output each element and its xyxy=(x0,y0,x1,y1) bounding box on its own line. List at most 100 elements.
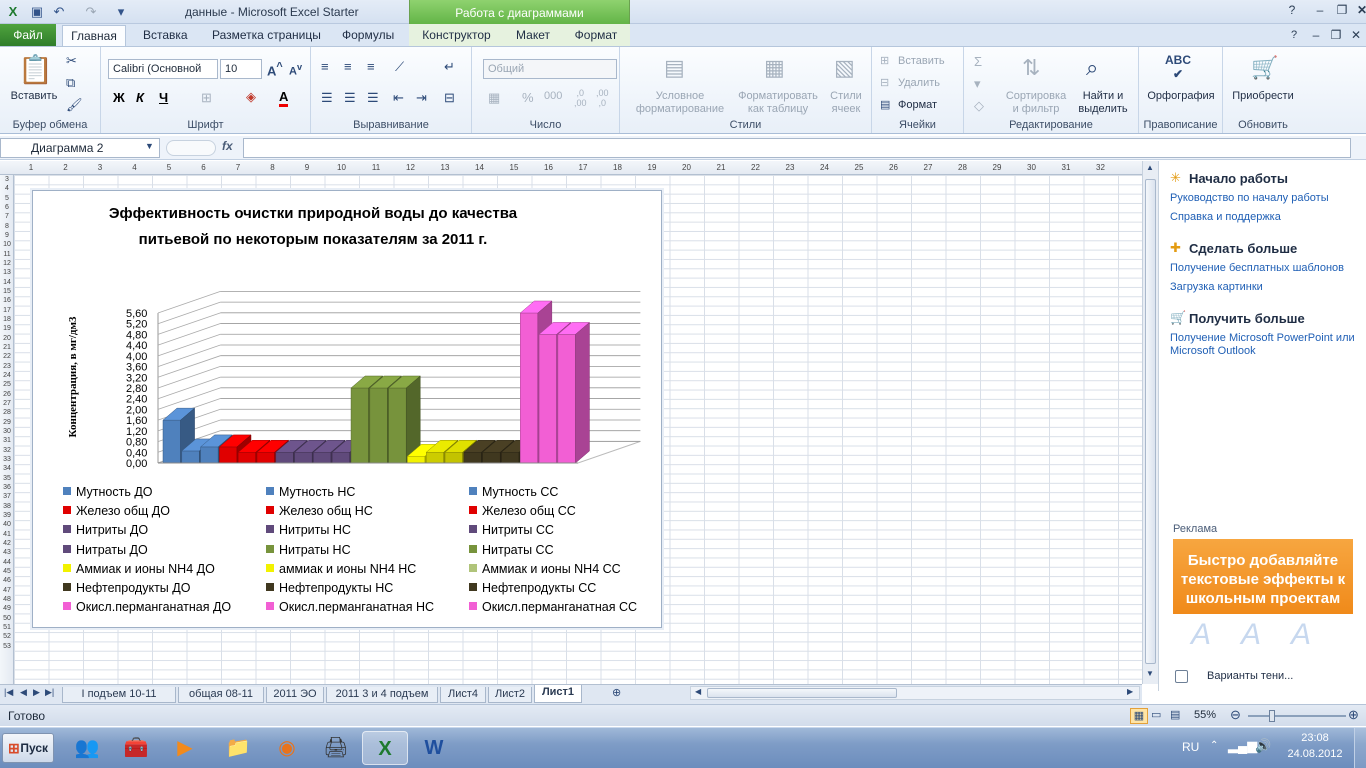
excel-taskbar-icon[interactable]: X xyxy=(362,731,408,765)
chart-object[interactable]: Эффективность очистки природной воды до … xyxy=(32,190,662,628)
insert-function-button[interactable]: fx xyxy=(222,139,233,153)
copy-icon[interactable]: ⧉ xyxy=(66,75,75,91)
explorer-icon[interactable]: 📁 xyxy=(215,731,261,765)
number-format-combo[interactable]: Общий xyxy=(483,59,617,79)
column-header[interactable]: 20 xyxy=(670,163,704,172)
legend-entry[interactable]: Мутность СС xyxy=(469,485,558,499)
row-header[interactable]: 23 xyxy=(0,363,14,370)
save-icon[interactable]: ▣ xyxy=(28,3,46,21)
column-header[interactable]: 13 xyxy=(428,163,462,172)
legend-entry[interactable]: Мутность ДО xyxy=(63,485,153,499)
sheet-tab[interactable]: общая 08-11 xyxy=(178,687,264,703)
row-header[interactable]: 28 xyxy=(0,409,14,416)
link-get-powerpoint[interactable]: Получение Microsoft PowerPoint или xyxy=(1170,332,1355,344)
conditional-format-icon[interactable]: ▤ xyxy=(664,55,685,81)
row-header[interactable]: 26 xyxy=(0,391,14,398)
column-header[interactable]: 11 xyxy=(359,163,393,172)
decrease-indent-icon[interactable]: ⇤ xyxy=(393,90,404,106)
link-free-templates[interactable]: Получение бесплатных шаблонов xyxy=(1170,262,1344,274)
italic-button[interactable]: К xyxy=(136,90,144,105)
cut-icon[interactable]: ✂ xyxy=(66,53,77,69)
doc-restore-button[interactable]: ❐ xyxy=(1326,27,1346,44)
cell-styles-icon[interactable]: ▧ xyxy=(834,55,855,81)
row-header[interactable]: 4 xyxy=(0,185,14,192)
legend-entry[interactable]: Нефтепродукты СС xyxy=(469,581,596,595)
name-box[interactable]: Диаграмма 2 xyxy=(0,138,160,158)
autosum-icon[interactable]: Σ xyxy=(974,54,982,69)
tab-page-layout[interactable]: Разметка страницы xyxy=(212,28,321,42)
row-header[interactable]: 39 xyxy=(0,512,14,519)
row-header[interactable]: 42 xyxy=(0,540,14,547)
column-header[interactable]: 26 xyxy=(877,163,911,172)
sheet-tab[interactable]: Лист2 xyxy=(488,687,532,703)
column-header[interactable]: 29 xyxy=(980,163,1014,172)
zoom-in-icon[interactable]: ⊕ xyxy=(1348,707,1359,723)
word-taskbar-icon[interactable]: W xyxy=(411,731,457,765)
legend-entry[interactable]: Нитраты ДО xyxy=(63,543,148,557)
column-header[interactable]: 16 xyxy=(532,163,566,172)
column-header[interactable]: 30 xyxy=(1015,163,1049,172)
tab-insert[interactable]: Вставка xyxy=(143,28,188,42)
row-header[interactable]: 18 xyxy=(0,316,14,323)
row-header[interactable]: 19 xyxy=(0,325,14,332)
sheet-tab[interactable]: Лист4 xyxy=(440,687,486,703)
currency-icon[interactable]: ▦ xyxy=(488,90,500,106)
media-player-icon[interactable]: ▶ xyxy=(162,731,208,765)
row-header[interactable]: 17 xyxy=(0,307,14,314)
firefox-icon[interactable]: ◉ xyxy=(264,731,310,765)
column-header[interactable]: 27 xyxy=(911,163,945,172)
legend-entry[interactable]: Железо общ ДО xyxy=(63,504,170,518)
language-indicator[interactable]: RU xyxy=(1182,740,1199,754)
row-header[interactable]: 27 xyxy=(0,400,14,407)
paste-icon[interactable]: 📋 xyxy=(18,53,53,86)
scroll-down-icon[interactable]: ▼ xyxy=(1146,669,1154,678)
font-size-combo[interactable]: 10 xyxy=(220,59,262,79)
doc-minimize-button[interactable]: – xyxy=(1306,27,1326,44)
row-header[interactable]: 22 xyxy=(0,353,14,360)
first-sheet-icon[interactable]: |◀ xyxy=(4,687,13,698)
binoculars-icon[interactable]: ⌕ xyxy=(1086,55,1098,81)
align-top-icon[interactable]: ≡ xyxy=(321,59,329,74)
sheet-tab[interactable]: Лист1 xyxy=(534,685,582,703)
comma-style-icon[interactable]: 000 xyxy=(544,90,562,102)
grow-font-icon[interactable]: A^ xyxy=(267,61,283,78)
legend-entry[interactable]: Нефтепродукты ДО xyxy=(63,581,190,595)
legend-entry[interactable]: Аммиак и ионы NH4 СС xyxy=(469,562,621,576)
legend-entry[interactable]: Окисл.перманганатная СС xyxy=(469,600,637,614)
row-header[interactable]: 31 xyxy=(0,437,14,444)
close-button[interactable]: ✕ xyxy=(1352,2,1366,19)
tab-constructor[interactable]: Конструктор xyxy=(409,24,504,46)
column-header[interactable]: 8 xyxy=(256,163,290,172)
row-header[interactable]: 7 xyxy=(0,213,14,220)
legend-entry[interactable]: Нитраты СС xyxy=(469,543,554,557)
column-header[interactable]: 6 xyxy=(187,163,221,172)
row-header[interactable]: 15 xyxy=(0,288,14,295)
row-header[interactable]: 30 xyxy=(0,428,14,435)
row-header[interactable]: 10 xyxy=(0,241,14,248)
vertical-scrollbar[interactable]: ▲ ▼ xyxy=(1142,161,1158,684)
link-help-support[interactable]: Справка и поддержка xyxy=(1170,211,1281,223)
font-name-combo[interactable]: Calibri (Основной xyxy=(108,59,218,79)
merge-cells-icon[interactable]: ⊟ xyxy=(444,90,455,106)
legend-entry[interactable]: Нитраты НС xyxy=(266,543,351,557)
cell-styles-button[interactable]: Стили ячеек xyxy=(824,90,868,116)
page-break-view-icon[interactable]: ▤ xyxy=(1170,708,1180,721)
legend-entry[interactable]: Нитриты СС xyxy=(469,523,554,537)
format-cells-button[interactable]: Формат xyxy=(898,99,937,111)
zoom-slider[interactable] xyxy=(1248,715,1346,717)
clock-time[interactable]: 23:08 xyxy=(1290,732,1340,744)
paste-button[interactable]: Вставить xyxy=(8,90,60,102)
clear-icon[interactable]: ◇ xyxy=(974,98,984,114)
column-header[interactable]: 32 xyxy=(1084,163,1118,172)
legend-entry[interactable]: аммиак и ионы NH4 НС xyxy=(266,562,416,576)
undo-icon[interactable]: ↶ xyxy=(50,3,68,21)
link-getting-started-guide[interactable]: Руководство по началу работы xyxy=(1170,192,1329,204)
column-header[interactable]: 9 xyxy=(290,163,324,172)
printer-app-icon[interactable]: 🖨 xyxy=(313,731,359,765)
legend-entry[interactable]: Нитриты НС xyxy=(266,523,351,537)
sheet-tab[interactable]: I подъем 10-11 xyxy=(62,687,176,703)
column-header[interactable]: 15 xyxy=(497,163,531,172)
column-header[interactable]: 21 xyxy=(704,163,738,172)
tab-formulas[interactable]: Формулы xyxy=(342,28,394,42)
column-header[interactable]: 14 xyxy=(463,163,497,172)
